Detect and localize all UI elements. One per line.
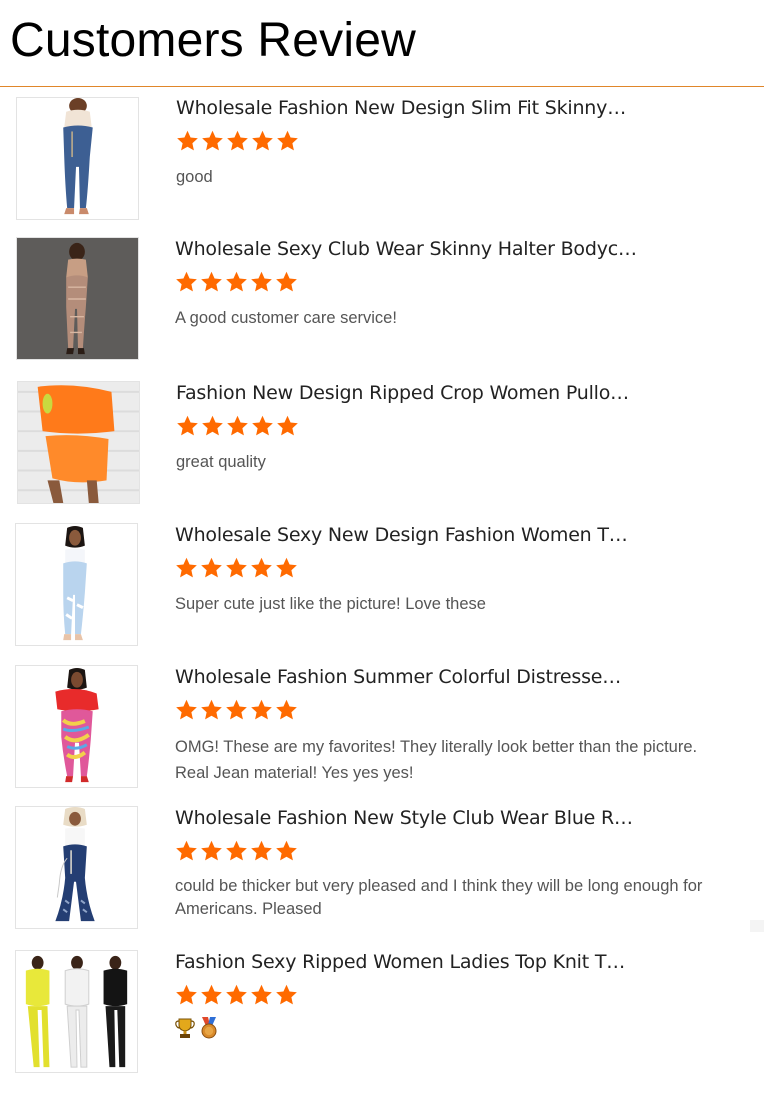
star-icon (200, 840, 223, 862)
star-icon (175, 984, 198, 1006)
review-text: good (176, 168, 213, 186)
review-emojis (175, 1017, 219, 1039)
woman-ripped-light-jeans-image (16, 524, 137, 645)
review-item[interactable]: Wholesale Fashion Summer Colorful Distre… (0, 657, 764, 797)
product-title[interactable]: Wholesale Fashion Summer Colorful Distre… (175, 665, 735, 689)
three-women-knit-sets-image (16, 951, 137, 1072)
star-icon (276, 415, 299, 437)
review-item[interactable]: Fashion New Design Ripped Crop Women Pul… (0, 373, 764, 513)
star-rating (175, 699, 298, 723)
star-icon (175, 699, 198, 721)
woman-orange-knit-set-image (18, 382, 139, 503)
product-title[interactable]: Fashion New Design Ripped Crop Women Pul… (176, 381, 736, 405)
product-thumbnail[interactable] (16, 237, 139, 360)
star-rating (175, 271, 298, 295)
product-title[interactable]: Fashion Sexy Ripped Women Ladies Top Kni… (175, 950, 735, 974)
woman-sequin-jumpsuit-image (17, 238, 138, 359)
review-item[interactable]: Wholesale Sexy New Design Fashion Women … (0, 515, 764, 655)
star-icon (226, 130, 249, 152)
page-header: Customers Review (0, 0, 764, 87)
star-rating (175, 840, 298, 864)
review-body: Wholesale Fashion New Style Club Wear Bl… (175, 806, 735, 918)
review-item[interactable]: Wholesale Fashion New Style Club Wear Bl… (0, 798, 764, 938)
review-text: great quality (176, 453, 266, 471)
star-icon (275, 557, 298, 579)
page-title: Customers Review (10, 14, 416, 67)
star-icon (275, 984, 298, 1006)
woman-tie-dye-jeans-image (16, 666, 137, 787)
star-icon (251, 415, 274, 437)
star-icon (175, 840, 198, 862)
review-text: Super cute just like the picture! Love t… (175, 595, 486, 613)
product-thumbnail[interactable] (16, 97, 139, 220)
product-title[interactable]: Wholesale Sexy Club Wear Skinny Halter B… (175, 237, 735, 261)
product-thumbnail[interactable] (17, 381, 140, 504)
star-icon (201, 130, 224, 152)
review-body: Fashion New Design Ripped Crop Women Pul… (176, 381, 736, 471)
star-icon (275, 271, 298, 293)
star-rating (176, 415, 299, 439)
star-icon (200, 984, 223, 1006)
star-icon (275, 699, 298, 721)
star-icon (250, 699, 273, 721)
star-icon (250, 271, 273, 293)
product-title[interactable]: Wholesale Fashion New Style Club Wear Bl… (175, 806, 735, 830)
review-body: Wholesale Sexy New Design Fashion Women … (175, 523, 735, 613)
star-icon (200, 557, 223, 579)
star-icon (225, 557, 248, 579)
star-icon (201, 415, 224, 437)
star-icon (225, 840, 248, 862)
star-icon (225, 984, 248, 1006)
product-thumbnail[interactable] (15, 665, 138, 788)
star-icon (251, 130, 274, 152)
product-thumbnail[interactable] (15, 523, 138, 646)
review-body: Fashion Sexy Ripped Women Ladies Top Kni… (175, 950, 735, 1039)
review-text: could be thicker but very pleased and I … (175, 877, 703, 918)
star-rating (176, 130, 299, 154)
trophy-icon (175, 1017, 195, 1039)
product-thumbnail[interactable] (15, 950, 138, 1073)
review-item[interactable]: Fashion Sexy Ripped Women Ladies Top Kni… (0, 942, 764, 1082)
star-icon (275, 840, 298, 862)
product-title[interactable]: Wholesale Sexy New Design Fashion Women … (175, 523, 735, 547)
star-rating (175, 557, 298, 581)
star-icon (176, 415, 199, 437)
star-icon (225, 699, 248, 721)
star-icon (200, 271, 223, 293)
star-icon (250, 557, 273, 579)
review-item[interactable]: Wholesale Fashion New Design Slim Fit Sk… (0, 88, 764, 228)
medal-icon (199, 1017, 219, 1039)
star-icon (226, 415, 249, 437)
star-icon (225, 271, 248, 293)
review-body: Wholesale Sexy Club Wear Skinny Halter B… (175, 237, 735, 327)
review-body: Wholesale Fashion New Design Slim Fit Sk… (176, 96, 736, 186)
star-icon (175, 557, 198, 579)
star-icon (200, 699, 223, 721)
review-text: A good customer care service! (175, 309, 397, 327)
star-icon (250, 984, 273, 1006)
star-icon (250, 840, 273, 862)
star-icon (276, 130, 299, 152)
woman-blue-jeans-image (17, 98, 138, 219)
review-item[interactable]: Wholesale Sexy Club Wear Skinny Halter B… (0, 229, 764, 369)
star-rating (175, 984, 298, 1008)
product-thumbnail[interactable] (15, 806, 138, 929)
woman-flared-blue-jeans-image (16, 807, 137, 928)
scroll-indicator[interactable] (750, 920, 764, 932)
star-icon (175, 271, 198, 293)
star-icon (176, 130, 199, 152)
review-body: Wholesale Fashion Summer Colorful Distre… (175, 665, 735, 782)
review-text: OMG! These are my favorites! They litera… (175, 738, 698, 782)
product-title[interactable]: Wholesale Fashion New Design Slim Fit Sk… (176, 96, 736, 120)
